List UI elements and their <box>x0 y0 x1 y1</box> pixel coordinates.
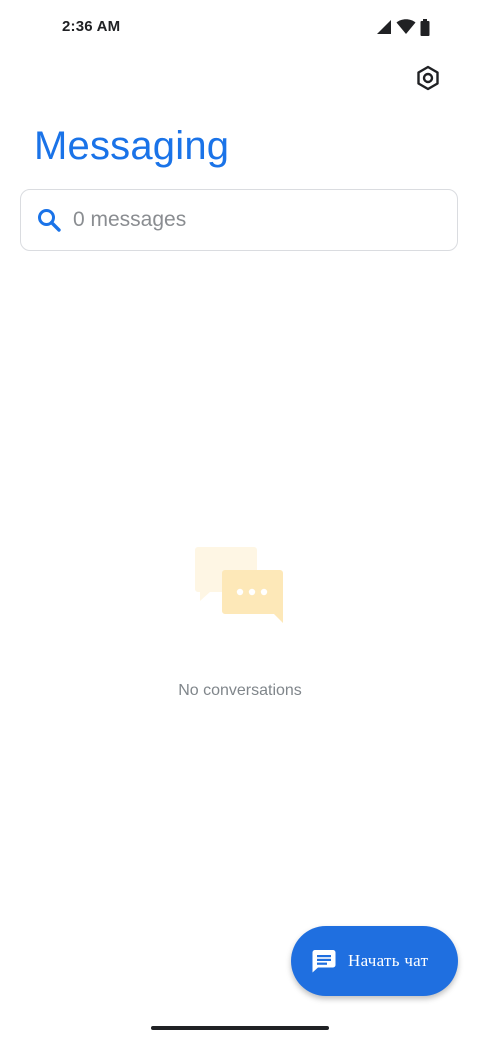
search-input[interactable] <box>73 208 413 232</box>
status-icons <box>376 18 430 36</box>
conversation-bubbles-icon <box>192 545 288 629</box>
start-chat-button[interactable]: Начать чат <box>291 926 458 996</box>
chat-icon <box>310 947 338 975</box>
search-icon <box>35 206 63 234</box>
status-bar: 2:36 AM <box>0 0 480 56</box>
page-title: Messaging <box>34 124 230 168</box>
settings-icon <box>415 65 441 96</box>
start-chat-label: Начать чат <box>348 951 429 970</box>
empty-state-text: No conversations <box>178 682 302 699</box>
cell-signal-icon <box>376 19 392 35</box>
gesture-nav-handle[interactable] <box>151 1026 329 1030</box>
battery-icon <box>420 18 430 36</box>
status-time: 2:36 AM <box>62 18 121 35</box>
wifi-icon <box>396 19 416 35</box>
search-bar[interactable] <box>20 189 458 251</box>
settings-button[interactable] <box>410 62 446 98</box>
